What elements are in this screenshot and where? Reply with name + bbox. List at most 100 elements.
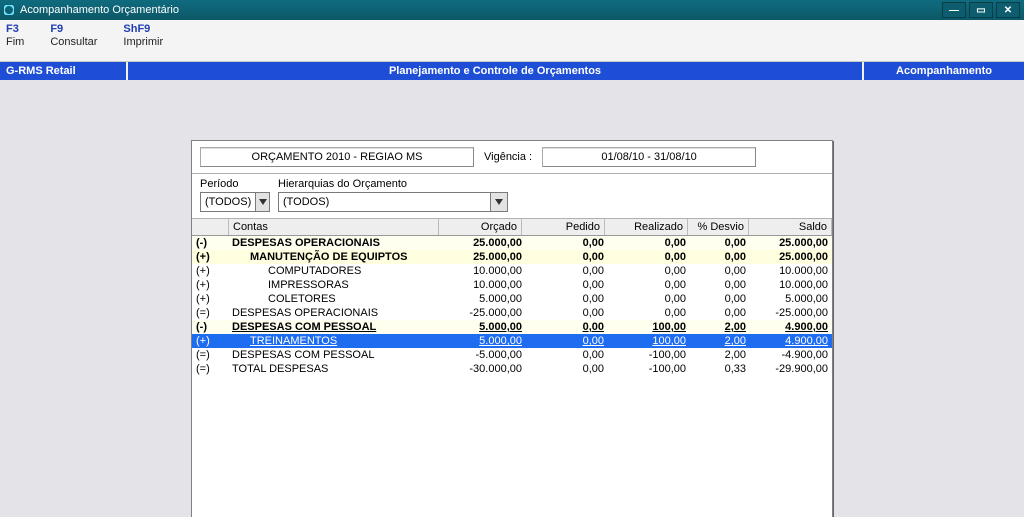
- menu-key: ShF9: [123, 23, 150, 35]
- row-orcado: 5.000,00: [444, 292, 526, 306]
- table-row[interactable]: (+)COLETORES5.000,000,000,000,005.000,00: [192, 292, 832, 306]
- row-tag: (=): [192, 348, 228, 362]
- row-pedido: 0,00: [526, 250, 608, 264]
- row-tag: (-): [192, 320, 228, 334]
- menu-item-fim[interactable]: F3Fim: [6, 23, 24, 48]
- minimize-button[interactable]: —: [942, 2, 966, 18]
- close-button[interactable]: ✕: [996, 2, 1020, 18]
- col-orcado: Orçado: [439, 219, 522, 235]
- row-name: DESPESAS OPERACIONAIS: [228, 236, 444, 250]
- row-pedido: 0,00: [526, 292, 608, 306]
- periodo-value: (TODOS): [201, 193, 255, 211]
- row-realizado: 0,00: [608, 278, 690, 292]
- col-contas: Contas: [229, 219, 439, 235]
- vigencia-label: Vigência :: [484, 151, 532, 163]
- menu-item-consultar[interactable]: F9Consultar: [50, 23, 97, 48]
- main-canvas: ORÇAMENTO 2010 - REGIAO MS Vigência : 01…: [0, 80, 1024, 517]
- row-tag: (+): [192, 334, 228, 348]
- row-name: COLETORES: [228, 292, 444, 306]
- row-pedido: 0,00: [526, 334, 608, 348]
- row-name: COMPUTADORES: [228, 264, 444, 278]
- titlebar: Acompanhamento Orçamentário — ▭ ✕: [0, 0, 1024, 20]
- row-realizado: 0,00: [608, 264, 690, 278]
- row-tag: (+): [192, 278, 228, 292]
- row-saldo: -29.900,00: [750, 362, 832, 376]
- row-orcado: 25.000,00: [444, 236, 526, 250]
- row-realizado: -100,00: [608, 348, 690, 362]
- row-name: DESPESAS COM PESSOAL: [228, 320, 444, 334]
- bluebar-left: G-RMS Retail: [0, 62, 128, 80]
- row-name: DESPESAS OPERACIONAIS: [228, 306, 444, 320]
- vigencia-field: 01/08/10 - 31/08/10: [542, 147, 756, 167]
- menu-item-imprimir[interactable]: ShF9Imprimir: [123, 23, 163, 48]
- menu-label: Consultar: [50, 36, 97, 48]
- table-row[interactable]: (=)DESPESAS COM PESSOAL-5.000,000,00-100…: [192, 348, 832, 362]
- col-desvio: % Desvio: [688, 219, 749, 235]
- row-saldo: 25.000,00: [750, 250, 832, 264]
- row-realizado: 0,00: [608, 306, 690, 320]
- row-name: TREINAMENTOS: [228, 334, 444, 348]
- table-row[interactable]: (+)IMPRESSORAS10.000,000,000,000,0010.00…: [192, 278, 832, 292]
- row-realizado: -100,00: [608, 362, 690, 376]
- row-desvio: 2,00: [690, 334, 750, 348]
- chevron-down-icon[interactable]: [490, 193, 507, 211]
- table-row[interactable]: (=)DESPESAS OPERACIONAIS-25.000,000,000,…: [192, 306, 832, 320]
- filters-row: Período (TODOS) Hierarquias do Orçamento…: [192, 174, 832, 219]
- row-realizado: 0,00: [608, 236, 690, 250]
- menu-key: F9: [50, 23, 63, 35]
- row-name: IMPRESSORAS: [228, 278, 444, 292]
- row-name: DESPESAS COM PESSOAL: [228, 348, 444, 362]
- app-icon: [4, 5, 14, 15]
- table-row[interactable]: (+)TREINAMENTOS5.000,000,00100,002,004.9…: [192, 334, 832, 348]
- row-realizado: 0,00: [608, 250, 690, 264]
- bluebar-right: Acompanhamento: [862, 62, 1024, 80]
- table-row[interactable]: (-)DESPESAS COM PESSOAL5.000,000,00100,0…: [192, 320, 832, 334]
- headline-row: ORÇAMENTO 2010 - REGIAO MS Vigência : 01…: [192, 141, 832, 174]
- row-orcado: 5.000,00: [444, 334, 526, 348]
- menu-key: F3: [6, 23, 19, 35]
- table-row[interactable]: (+)MANUTENÇÃO DE EQUIPTOS25.000,000,000,…: [192, 250, 832, 264]
- row-saldo: 4.900,00: [750, 334, 832, 348]
- row-orcado: 25.000,00: [444, 250, 526, 264]
- row-saldo: -25.000,00: [750, 306, 832, 320]
- menu-label: Imprimir: [123, 36, 163, 48]
- row-desvio: 0,00: [690, 278, 750, 292]
- col-pedido: Pedido: [522, 219, 605, 235]
- row-desvio: 0,00: [690, 236, 750, 250]
- table-row[interactable]: (+)COMPUTADORES10.000,000,000,000,0010.0…: [192, 264, 832, 278]
- row-orcado: -25.000,00: [444, 306, 526, 320]
- row-saldo: 10.000,00: [750, 264, 832, 278]
- hierarquia-filter: Hierarquias do Orçamento (TODOS): [278, 178, 508, 212]
- row-realizado: 100,00: [608, 320, 690, 334]
- row-desvio: 0,00: [690, 250, 750, 264]
- bluebar-center: Planejamento e Controle de Orçamentos: [128, 65, 862, 77]
- row-tag: (=): [192, 362, 228, 376]
- grid-header: Contas Orçado Pedido Realizado % Desvio …: [192, 219, 832, 236]
- row-tag: (+): [192, 250, 228, 264]
- budget-grid: Contas Orçado Pedido Realizado % Desvio …: [192, 219, 832, 517]
- row-name: MANUTENÇÃO DE EQUIPTOS: [228, 250, 444, 264]
- grid-empty-space: [192, 376, 832, 517]
- blue-header-bar: G-RMS Retail Planejamento e Controle de …: [0, 62, 1024, 80]
- maximize-button[interactable]: ▭: [969, 2, 993, 18]
- row-name: TOTAL DESPESAS: [228, 362, 444, 376]
- row-orcado: -5.000,00: [444, 348, 526, 362]
- window-title: Acompanhamento Orçamentário: [20, 4, 939, 16]
- periodo-combobox[interactable]: (TODOS): [200, 192, 270, 212]
- row-orcado: 10.000,00: [444, 278, 526, 292]
- row-pedido: 0,00: [526, 278, 608, 292]
- menu-label: Fim: [6, 36, 24, 48]
- chevron-down-icon[interactable]: [255, 193, 269, 211]
- row-saldo: -4.900,00: [750, 348, 832, 362]
- row-tag: (-): [192, 236, 228, 250]
- row-desvio: 0,00: [690, 292, 750, 306]
- hierarquia-label: Hierarquias do Orçamento: [278, 178, 508, 190]
- budget-tracking-panel: ORÇAMENTO 2010 - REGIAO MS Vigência : 01…: [191, 140, 833, 517]
- table-row[interactable]: (=)TOTAL DESPESAS-30.000,000,00-100,000,…: [192, 362, 832, 376]
- row-desvio: 0,00: [690, 306, 750, 320]
- row-pedido: 0,00: [526, 362, 608, 376]
- row-pedido: 0,00: [526, 264, 608, 278]
- row-realizado: 100,00: [608, 334, 690, 348]
- table-row[interactable]: (-)DESPESAS OPERACIONAIS25.000,00 0,000,0…: [192, 236, 832, 250]
- hierarquia-combobox[interactable]: (TODOS): [278, 192, 508, 212]
